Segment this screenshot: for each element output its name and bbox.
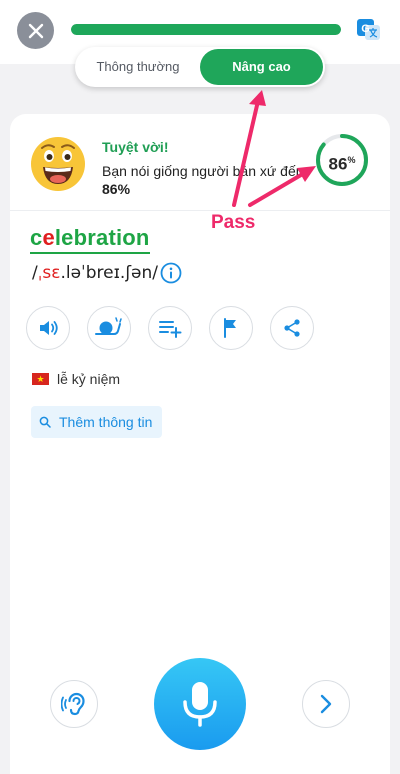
ipa-rest: .ləˈbreɪ.ʃən/	[60, 263, 158, 283]
score-number: 86	[328, 154, 348, 174]
ipa-mispronounced-part: ˌsɛ	[37, 263, 61, 283]
close-icon	[28, 23, 43, 38]
play-audio-button[interactable]	[26, 306, 70, 350]
close-button[interactable]	[17, 12, 54, 49]
happy-face-icon	[31, 137, 85, 191]
speaker-icon	[40, 321, 58, 335]
flag-icon	[224, 318, 236, 338]
translate-icon: G	[357, 19, 380, 40]
result-message-text: Bạn nói giống người bản xứ đến	[102, 163, 304, 179]
word-part-1: c	[30, 225, 43, 250]
pass-annotation-label: Pass	[211, 212, 256, 233]
play-slow-button[interactable]	[87, 306, 131, 350]
info-icon[interactable]	[160, 262, 182, 284]
mode-normal-tab[interactable]: Thông thường	[75, 47, 201, 87]
search-icon	[39, 416, 51, 428]
word-mispronounced-part: e	[42, 225, 55, 250]
word-card: Tuyệt vời! Bạn nói giống người bản xứ đế…	[10, 114, 390, 774]
chevron-right-icon	[320, 694, 332, 714]
report-button[interactable]	[209, 306, 253, 350]
target-word: celebration	[30, 225, 150, 254]
listen-recording-button[interactable]	[50, 680, 98, 728]
result-title: Tuyệt vời!	[102, 139, 169, 155]
result-message: Bạn nói giống người bản xứ đến 86%	[102, 162, 317, 198]
score-unit: %	[347, 155, 356, 165]
slow-snail-icon	[95, 317, 122, 335]
score-percentage: 86%	[314, 132, 370, 188]
microphone-icon	[183, 682, 217, 727]
more-info-button[interactable]: Thêm thông tin	[31, 406, 163, 438]
word-part-2: lebration	[54, 225, 150, 250]
lesson-progress-bar	[71, 24, 341, 35]
ear-icon	[61, 692, 85, 716]
share-icon	[284, 319, 300, 337]
add-to-list-button[interactable]	[148, 306, 192, 350]
mode-advanced-tab[interactable]: Nâng cao	[200, 49, 323, 85]
meaning-text: lễ kỷ niệm	[57, 371, 121, 387]
mode-switch: Thông thường Nâng cao	[75, 47, 325, 87]
add-to-list-icon	[159, 321, 182, 338]
word-meaning: ★ lễ kỷ niệm	[32, 371, 120, 387]
vietnam-flag-icon: ★	[32, 373, 49, 385]
svg-text:G: G	[361, 23, 370, 35]
pronunciation-result: Tuyệt vời! Bạn nói giống người bản xứ đế…	[10, 114, 390, 211]
share-button[interactable]	[270, 306, 314, 350]
phonetic-transcription: /ˌsɛ.ləˈbreɪ.ʃən/	[32, 263, 158, 283]
lesson-progress-fill	[71, 24, 341, 35]
more-info-label: Thêm thông tin	[59, 414, 153, 430]
translate-button[interactable]: G	[356, 17, 382, 43]
next-button[interactable]	[302, 680, 350, 728]
record-button[interactable]	[154, 658, 246, 750]
result-message-score: 86%	[102, 181, 131, 197]
